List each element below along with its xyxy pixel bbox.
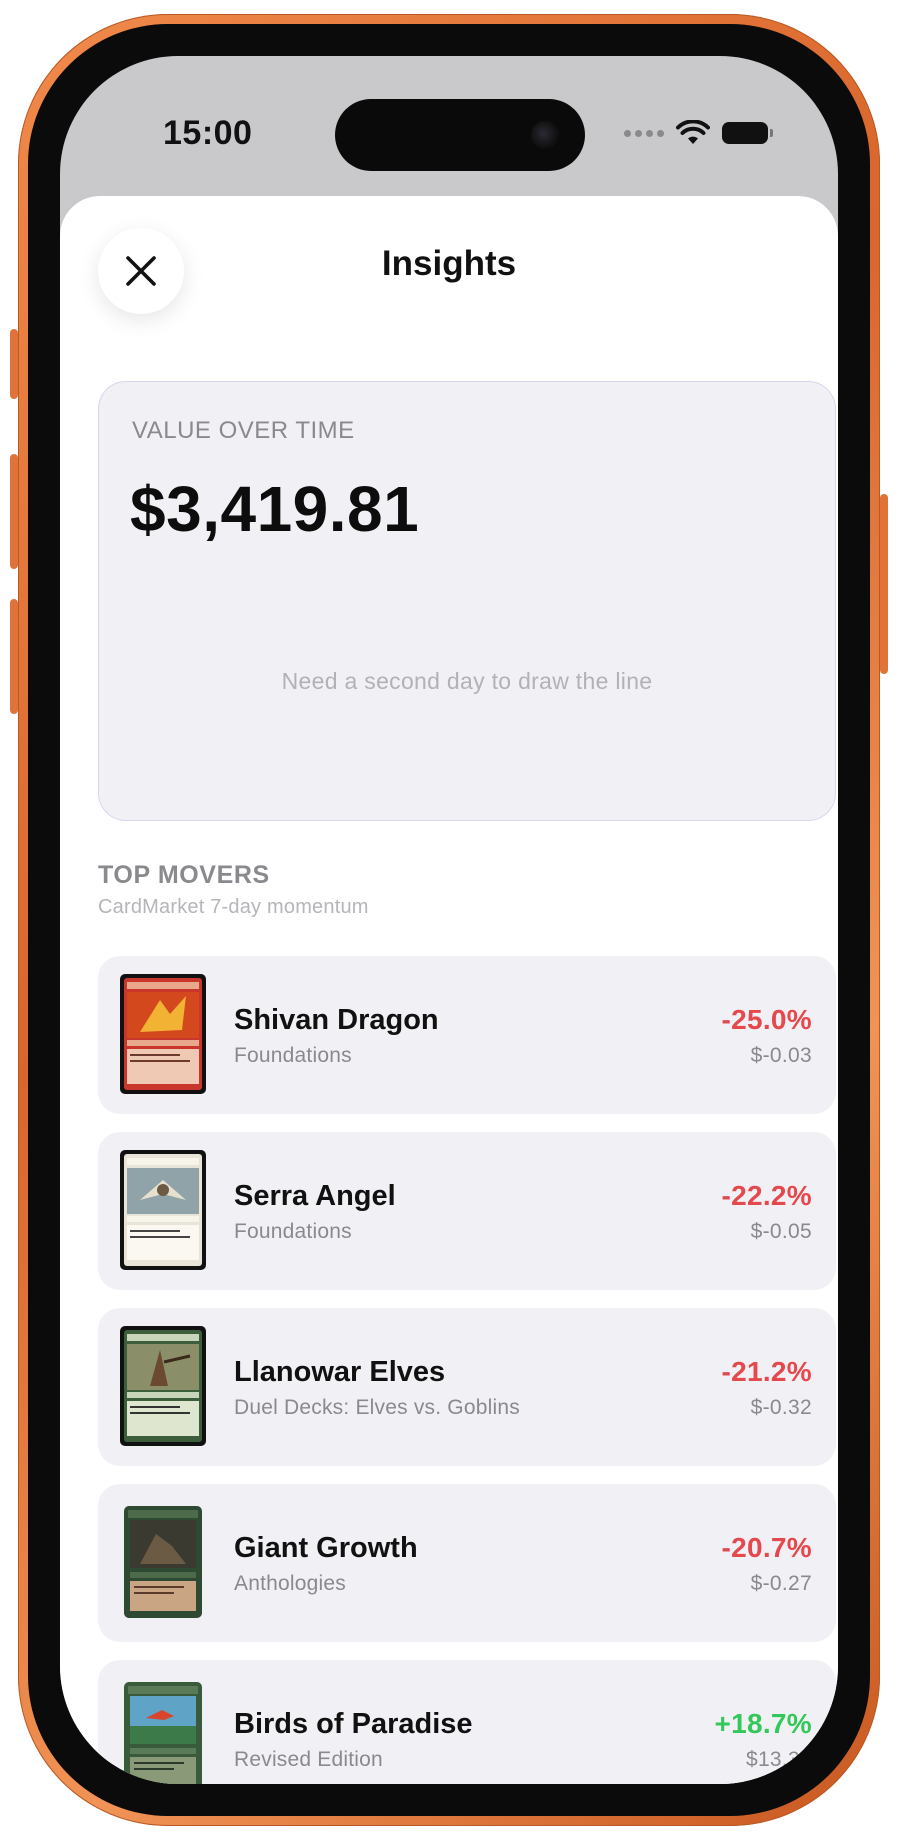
percent-change: -22.2% xyxy=(721,1180,812,1211)
card-set: Foundations xyxy=(234,1220,352,1243)
card-name: Serra Angel xyxy=(234,1180,396,1212)
battery-icon xyxy=(722,122,773,144)
price-change: $-0.27 xyxy=(750,1572,812,1595)
action-button xyxy=(10,329,18,399)
percent-change: +18.7% xyxy=(714,1708,812,1739)
mover-row[interactable]: Serra Angel Foundations -22.2% $-0.05 xyxy=(98,1132,836,1290)
percent-change: -25.0% xyxy=(721,1004,812,1035)
price-change: $-0.32 xyxy=(750,1396,812,1419)
mover-row[interactable]: Giant Growth Anthologies -20.7% $-0.27 xyxy=(98,1484,836,1642)
chart-empty-message: Need a second day to draw the line xyxy=(281,668,653,694)
volume-down-button xyxy=(10,599,18,714)
mover-row[interactable]: Shivan Dragon Foundations -25.0% $-0.03 xyxy=(98,956,836,1114)
card-set: Anthologies xyxy=(234,1572,346,1595)
card-image xyxy=(124,1682,202,1784)
mover-row[interactable]: Llanowar Elves Duel Decks: Elves vs. Gob… xyxy=(98,1308,836,1466)
wifi-icon xyxy=(676,120,710,144)
card-image xyxy=(120,974,206,1094)
percent-change: -21.2% xyxy=(721,1356,812,1387)
card-set: Revised Edition xyxy=(234,1748,383,1771)
power-button xyxy=(880,494,888,674)
volume-up-button xyxy=(10,454,18,569)
collection-value: $3,419.81 xyxy=(130,473,420,545)
price-change: $-0.05 xyxy=(750,1220,812,1243)
card-image xyxy=(120,1326,206,1446)
card-name: Shivan Dragon xyxy=(234,1004,439,1036)
cellular-signal-icon xyxy=(624,129,664,137)
percent-change: -20.7% xyxy=(721,1532,812,1563)
value-over-time-card: VALUE OVER TIME $3,419.81 Need a second … xyxy=(98,381,836,821)
card-image xyxy=(124,1506,202,1618)
bezel: 15:00 Insights VALUE OVER TIME $3,419.81… xyxy=(28,24,870,1816)
card-set: Duel Decks: Elves vs. Goblins xyxy=(234,1396,520,1419)
status-time: 15:00 xyxy=(163,114,253,152)
mover-row[interactable]: Birds of Paradise Revised Edition +18.7%… xyxy=(98,1660,836,1784)
dynamic-island xyxy=(335,99,585,171)
top-movers-title: TOP MOVERS xyxy=(98,861,270,889)
price-change: $13.34 xyxy=(745,1748,812,1771)
card-name: Birds of Paradise xyxy=(234,1708,473,1740)
card-image xyxy=(120,1150,206,1270)
page-title: Insights xyxy=(381,244,517,283)
phone-frame: 15:00 Insights VALUE OVER TIME $3,419.81… xyxy=(10,14,888,1826)
camera-icon xyxy=(531,121,559,149)
status-bar: 15:00 xyxy=(60,56,838,176)
card-name: Llanowar Elves xyxy=(234,1356,446,1388)
card-set: Foundations xyxy=(234,1044,352,1067)
top-movers-list: Shivan Dragon Foundations -25.0% $-0.03 xyxy=(98,956,836,1784)
insights-sheet: Insights VALUE OVER TIME $3,419.81 Need … xyxy=(60,196,838,1784)
value-card-label: VALUE OVER TIME xyxy=(132,417,355,444)
top-movers-subtitle: CardMarket 7-day momentum xyxy=(98,896,369,918)
price-change: $-0.03 xyxy=(750,1044,812,1067)
status-icons xyxy=(624,118,773,148)
card-name: Giant Growth xyxy=(234,1532,418,1564)
screen: 15:00 Insights VALUE OVER TIME $3,419.81… xyxy=(60,56,838,1784)
